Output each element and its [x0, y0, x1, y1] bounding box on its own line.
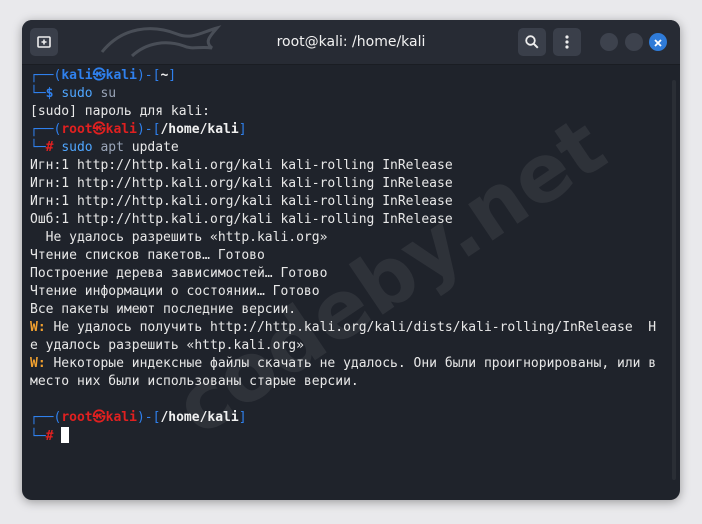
- search-button[interactable]: [518, 28, 546, 56]
- command-line: └─#: [30, 427, 672, 445]
- warning-line: W: Не удалось получить http://http.kali.…: [30, 320, 657, 335]
- prompt-line: ┌──(root㉿kali)-[/home/kali]: [30, 122, 247, 137]
- command-line: └─$ sudo su: [30, 86, 117, 101]
- warning-line-continued: место них были использованы старые верси…: [30, 374, 359, 389]
- maximize-button[interactable]: [625, 33, 643, 51]
- title-bar[interactable]: root@kali: /home/kali: [22, 20, 680, 65]
- kebab-menu-icon: [559, 34, 575, 50]
- output-line: Чтение списков пакетов… Готово: [30, 248, 265, 263]
- close-button[interactable]: [649, 33, 667, 51]
- output-line: Все пакеты имеют последние версии.: [30, 302, 297, 317]
- command-line: └─# sudo apt update: [30, 140, 179, 155]
- minimize-button[interactable]: [600, 33, 618, 51]
- text-cursor: [61, 427, 70, 443]
- output-line: [sudo] пароль для kali:: [30, 104, 211, 119]
- output-line: Игн:1 http://http.kali.org/kali kali-rol…: [30, 158, 453, 173]
- warning-line: W: Некоторые индексные файлы скачать не …: [30, 356, 657, 371]
- close-icon: [653, 33, 663, 52]
- prompt-line: ┌──(root㉿kali)-[/home/kali]: [30, 410, 247, 425]
- window-title: root@kali: /home/kali: [276, 34, 426, 50]
- search-icon: [524, 34, 540, 50]
- output-line: Построение дерева зависимостей… Готово: [30, 266, 328, 281]
- menu-button[interactable]: [553, 28, 581, 56]
- prompt-line: ┌──(kali㉿kali)-[~]: [30, 68, 177, 83]
- warning-line-continued: е удалось разрешить «http.kali.org»: [30, 338, 304, 353]
- output-line: Не удалось разрешить «http.kali.org»: [30, 230, 328, 245]
- terminal-window: root@kali: /home/kali ┌──(kali㉿kali)-[~]…: [22, 20, 680, 500]
- terminal-output[interactable]: ┌──(kali㉿kali)-[~] └─$ sudo su [sudo] па…: [22, 65, 680, 500]
- output-line: Игн:1 http://http.kali.org/kali kali-rol…: [30, 194, 453, 209]
- output-line: Чтение информации о состоянии… Готово: [30, 284, 320, 299]
- output-line: Игн:1 http://http.kali.org/kali kali-rol…: [30, 176, 453, 191]
- output-line: Ошб:1 http://http.kali.org/kali kali-rol…: [30, 212, 453, 227]
- scrollbar[interactable]: [672, 80, 676, 480]
